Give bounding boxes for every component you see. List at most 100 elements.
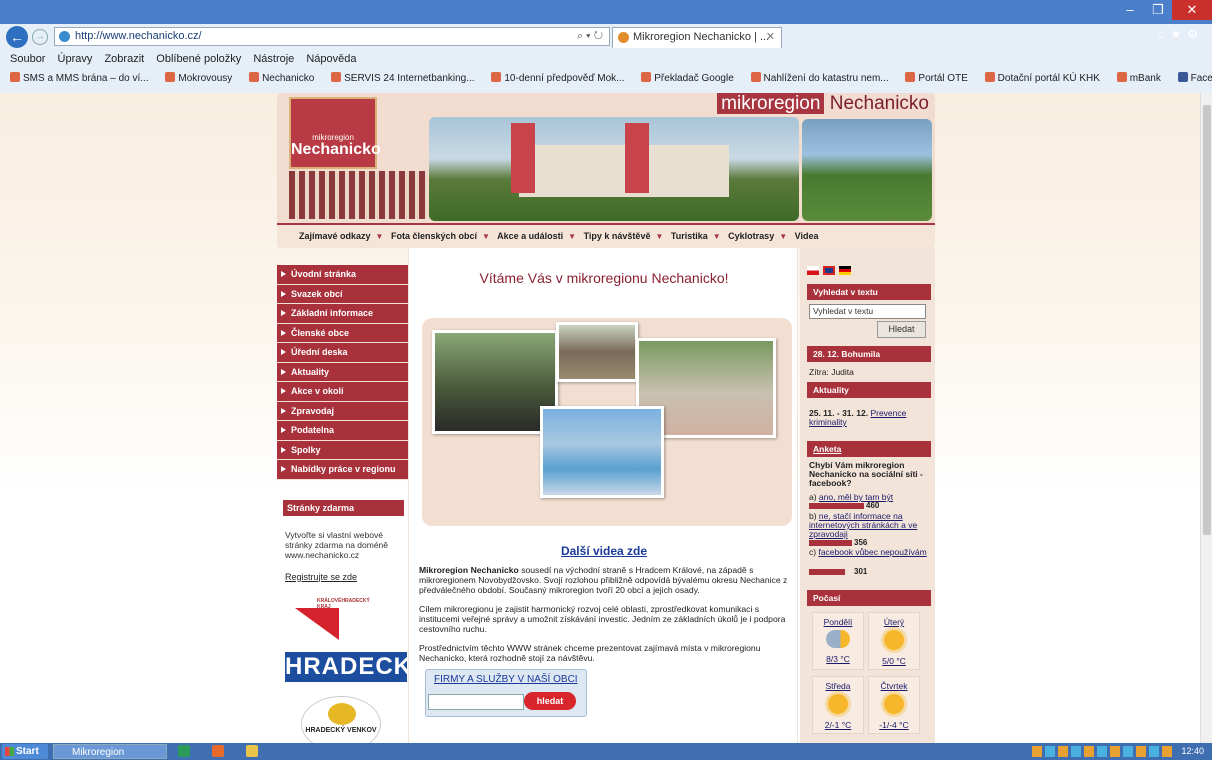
favorite-item[interactable]: SERVIS 24 Internetbanking... [331, 72, 481, 84]
photo-aquapark [540, 406, 664, 498]
site-search-button[interactable]: Hledat [877, 321, 926, 338]
close-icon[interactable]: ✕ [1172, 0, 1212, 20]
favorite-item[interactable]: Nechanicko [249, 72, 321, 84]
sun-icon [828, 694, 848, 714]
poll-heading[interactable]: Anketa [807, 441, 931, 457]
topnav-turistika[interactable]: Turistika [671, 231, 708, 241]
address-bar[interactable]: http://www.nechanicko.cz/ ⌕ ▾ ↻ [54, 27, 610, 46]
tab-close-icon[interactable]: ✕ [766, 28, 775, 47]
folder-icon[interactable] [246, 745, 258, 757]
uk-flag-icon[interactable] [823, 266, 835, 275]
taskbar-clock[interactable]: 12:40 [1181, 743, 1204, 760]
more-videos-link[interactable]: Další videa zde [409, 544, 799, 558]
favorite-label: Překladač Google [654, 73, 734, 84]
leftnav-item[interactable]: Podatelna [277, 421, 408, 441]
czech-flag-icon[interactable] [807, 266, 819, 275]
home-star-gear-icon[interactable]: ⌂★⚙ [1157, 27, 1204, 41]
leftnav-item[interactable]: Spolky [277, 440, 408, 460]
weather-temp[interactable]: 2/-1 °C [813, 720, 863, 730]
site-title: mikroregion Nechanicko [717, 93, 929, 115]
favorite-item[interactable]: Portál OTE [905, 72, 974, 84]
weather-temp[interactable]: 5/0 °C [869, 656, 919, 666]
favorite-item[interactable]: Mokrovousy [165, 72, 239, 84]
taskbar-app-icon[interactable] [178, 745, 190, 757]
poll-option-a-link[interactable]: ano, měl by tam být [819, 492, 893, 502]
logo-big-text: Nechanicko [291, 141, 381, 158]
weather-temp[interactable]: 8/3 °C [813, 654, 863, 664]
taskbar-app-icon[interactable] [212, 745, 224, 757]
back-button[interactable]: ← [6, 26, 28, 48]
stranky-zdarma-text: Vytvořte si vlastní webové stránky zdarm… [285, 529, 388, 560]
weather-day-label[interactable]: Čtvrtek [869, 681, 919, 691]
weather-day-label[interactable]: Středa [813, 681, 863, 691]
topnav-odkazy[interactable]: Zajímavé odkazy [299, 231, 371, 241]
menu-upravy[interactable]: Úpravy [58, 53, 93, 65]
restore-icon[interactable]: ❐ [1144, 0, 1172, 20]
firmy-title-link[interactable]: FIRMY A SLUŽBY V NAŠÍ OBCI [434, 674, 578, 685]
browser-tab[interactable]: Mikroregion Nechanicko | ... ✕ [612, 27, 782, 48]
leftnav-item[interactable]: Akce v okolí [277, 382, 408, 402]
favorite-item[interactable]: Nahlížení do katastru nem... [750, 72, 896, 84]
topnav-videa[interactable]: Videa [795, 231, 819, 241]
hradecky-venkov-logo[interactable]: HRADECKÝ VENKOV [301, 695, 381, 743]
title-bar: – ❐ ✕ [0, 0, 1212, 24]
menu-soubor[interactable]: Soubor [10, 53, 45, 65]
leftnav-item[interactable]: Základní informace [277, 304, 408, 324]
leftnav-item[interactable]: Svazek obcí [277, 284, 408, 304]
tab-favicon-icon [618, 32, 629, 43]
news-item: 25. 11. - 31. 12. Prevence kriminality [809, 409, 931, 427]
kraj-logo[interactable]: KRÁLOVÉHRADECKÝ KRAJ [285, 595, 373, 642]
taskbar-ie-window[interactable]: Mikroregion Nechan... [53, 744, 167, 759]
sun-icon [884, 694, 904, 714]
firmy-search-input[interactable] [428, 694, 524, 710]
leftnav-item[interactable]: Úřední deska [277, 343, 408, 363]
site-search-input[interactable]: Vyhledat v textu [809, 304, 926, 319]
system-tray-icons[interactable] [1032, 746, 1172, 757]
poll-option-c-link[interactable]: facebook vůbec nepoužívám [818, 547, 926, 557]
arrow-down-icon: ▼ [779, 232, 788, 241]
favorite-item[interactable]: Facebook [1177, 72, 1212, 84]
firmy-search-button[interactable]: hledat [524, 692, 576, 710]
topnav-fota[interactable]: Fota členských obcí [391, 231, 477, 241]
favorite-item[interactable]: 10-denní předpověď Mok... [491, 72, 631, 84]
menu-napoveda[interactable]: Nápověda [306, 53, 356, 65]
poll-question: Chybí Vám mikroregion Nechanicko na soci… [809, 460, 923, 488]
german-flag-icon[interactable] [839, 266, 851, 275]
favorite-item[interactable]: mBank [1116, 72, 1168, 84]
favorite-item[interactable]: Dotační portál KÚ KHK [984, 72, 1107, 84]
leftnav-item[interactable]: Zpravodaj [277, 401, 408, 421]
menu-oblibene[interactable]: Oblíbené položky [156, 53, 241, 65]
favorite-item[interactable]: Překladač Google [641, 72, 741, 84]
menu-zobrazit[interactable]: Zobrazit [104, 53, 144, 65]
poll-option-b-link[interactable]: ne, stačí informace na internetových str… [809, 511, 917, 539]
leftnav-item[interactable]: Úvodní stránka [277, 265, 408, 285]
leftnav-item[interactable]: Členské obce [277, 323, 408, 343]
weather-day-label[interactable]: Úterý [869, 617, 919, 627]
topnav-cyklotrasy[interactable]: Cyklotrasy [728, 231, 774, 241]
vertical-scrollbar[interactable] [1200, 93, 1212, 743]
site-logo[interactable]: mikroregion Nechanicko [289, 97, 381, 169]
forward-button[interactable]: → [32, 29, 48, 45]
site-header: mikroregion Nechanicko mikroregion Necha… [277, 93, 935, 248]
left-navigation: Úvodní stránka Svazek obcí Základní info… [277, 265, 408, 480]
minimize-icon[interactable]: – [1116, 0, 1144, 20]
leftnav-item[interactable]: Nabídky práce v regionu [277, 460, 408, 480]
start-button[interactable]: Start [2, 744, 48, 759]
favorite-item[interactable]: SMS a MMS brána – do ví... [10, 72, 156, 84]
horses-image [802, 119, 932, 221]
topnav-tipy[interactable]: Tipy k návštěvě [584, 231, 651, 241]
register-link[interactable]: Registrujte se zde [285, 572, 400, 582]
castle-tower [625, 123, 649, 193]
weather-temp[interactable]: -1/-4 °C [869, 720, 919, 730]
scrollbar-thumb[interactable] [1203, 105, 1211, 535]
topnav-akce[interactable]: Akce a události [497, 231, 563, 241]
leftnav-item[interactable]: Aktuality [277, 362, 408, 382]
search-refresh-icon[interactable]: ⌕ ▾ ↻ [577, 28, 603, 45]
favorite-icon [491, 72, 502, 82]
menu-nastroje[interactable]: Nástroje [253, 53, 294, 65]
favorite-label: SERVIS 24 Internetbanking... [344, 73, 475, 84]
weather-day-label[interactable]: Pondělí [813, 617, 863, 627]
kraj-shape-icon [295, 607, 339, 640]
page-container: mikroregion Nechanicko mikroregion Necha… [277, 93, 935, 743]
hradecku-banner[interactable]: HRADECKU [285, 651, 429, 682]
